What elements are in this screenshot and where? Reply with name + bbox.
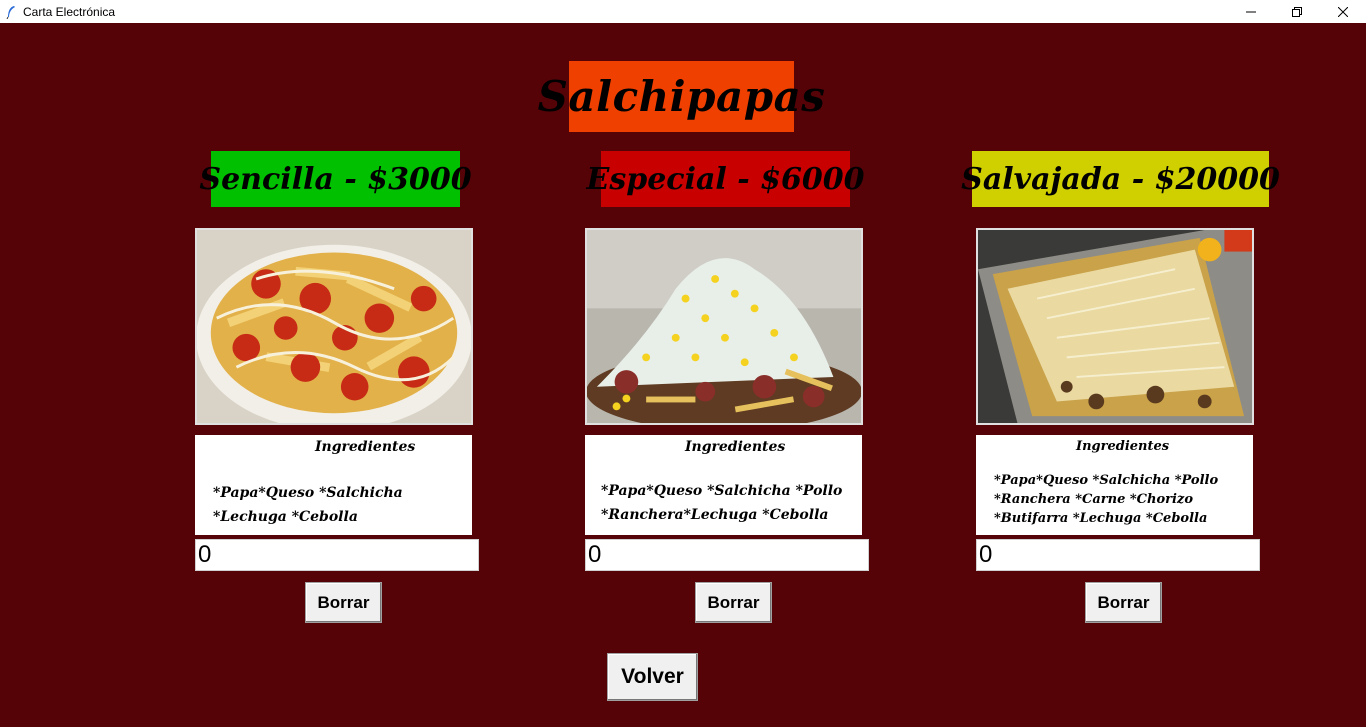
ingredient-line: *Papa*Queso *Salchicha *Pollo [994, 473, 1219, 488]
ingredient-line: *Butifarra *Lechuga *Cebolla [994, 511, 1208, 526]
quantity-input-sencilla[interactable] [195, 539, 479, 571]
clear-button-sencilla[interactable]: Borrar [305, 582, 382, 623]
ingredient-line: *Papa*Queso *Salchicha *Pollo [601, 483, 843, 499]
salchipapa-sencilla-photo [195, 228, 473, 425]
ingredients-title: Ingredientes [685, 439, 786, 455]
salchipapa-especial-photo [585, 228, 863, 425]
window-title: Carta Electrónica [23, 4, 116, 19]
restore-icon [1292, 6, 1302, 17]
ingredient-line: *Ranchera *Carne *Chorizo [994, 492, 1193, 507]
ingredient-line: *Papa*Queso *Salchicha [213, 485, 403, 501]
product-title-sencilla: Sencilla - $3000 [199, 151, 472, 207]
minimize-icon [1246, 11, 1256, 12]
product-title-salvajada: Salvajada - $20000 [961, 151, 1280, 207]
quantity-input-especial[interactable] [585, 539, 869, 571]
product-title-especial: Especial - $6000 [586, 151, 865, 207]
restore-button[interactable] [1274, 0, 1320, 23]
ingredients-title: Ingredientes [1076, 439, 1170, 454]
window-titlebar: Carta Electrónica [0, 0, 1366, 23]
clear-button-especial[interactable]: Borrar [695, 582, 772, 623]
salchipapa-salvajada-photo [976, 228, 1254, 425]
clear-button-salvajada[interactable]: Borrar [1085, 582, 1162, 623]
close-button[interactable] [1320, 0, 1366, 23]
feather-icon [6, 5, 15, 19]
ingredients-card-sencilla: Ingredientes *Papa*Queso *Salchicha *Lec… [195, 435, 472, 535]
ingredients-card-salvajada: Ingredientes *Papa*Queso *Salchicha *Pol… [976, 435, 1253, 535]
ingredients-title: Ingredientes [315, 439, 416, 455]
ingredient-line: *Lechuga *Cebolla [213, 509, 358, 525]
close-icon [1338, 6, 1348, 17]
back-button[interactable]: Volver [607, 653, 698, 701]
minimize-button[interactable] [1228, 0, 1274, 23]
ingredient-line: *Ranchera*Lechuga *Cebolla [601, 507, 829, 523]
menu-window-body: Salchipapas Sencilla - $3000 Ingrediente… [0, 23, 1366, 727]
quantity-input-salvajada[interactable] [976, 539, 1260, 571]
menu-title: Salchipapas [538, 61, 825, 132]
ingredients-card-especial: Ingredientes *Papa*Queso *Salchicha *Pol… [585, 435, 862, 535]
